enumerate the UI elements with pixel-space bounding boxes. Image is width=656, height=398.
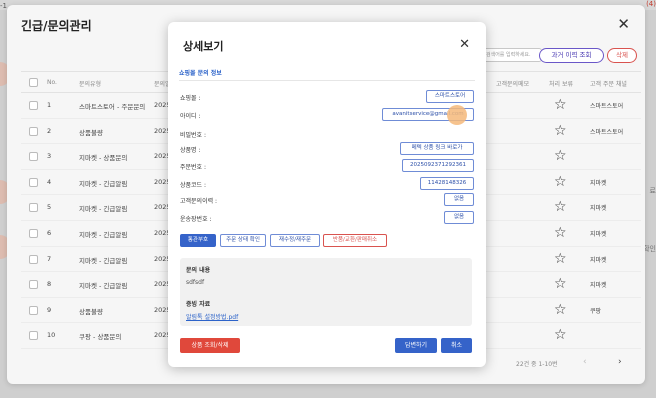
divider xyxy=(179,80,475,81)
background-text: -1 xyxy=(0,2,7,10)
column-header-channel: 고객 주문 채널 xyxy=(590,81,627,88)
row-checkbox[interactable] xyxy=(29,177,38,187)
row-channel: 쿠팡 xyxy=(590,307,602,315)
column-header-type: 문의유형 xyxy=(79,81,102,88)
star-icon[interactable]: ☆ xyxy=(554,199,567,215)
close-icon[interactable]: ✕ xyxy=(459,37,470,52)
field-label: 상품명 : xyxy=(180,147,201,154)
star-icon[interactable]: ☆ xyxy=(554,225,567,241)
page-title: 긴급/문의관리 xyxy=(21,19,92,33)
reply-button[interactable]: 답변하기 xyxy=(395,338,437,353)
search-input[interactable]: 검색어를 입력하세요. xyxy=(482,48,542,62)
star-icon[interactable]: ☆ xyxy=(554,327,567,343)
return-exchange-button[interactable]: 반품/교환/판매취소 xyxy=(323,234,387,247)
evidence-file-link[interactable]: 알림톡 설정방법.pdf xyxy=(186,312,238,321)
row-number: 4 xyxy=(47,177,52,186)
row-checkbox[interactable] xyxy=(29,280,38,290)
field-label: 고객문의이력 : xyxy=(180,198,218,205)
delete-button[interactable]: 삭제 xyxy=(607,48,637,63)
row-type: 지마켓 - 긴급알림 xyxy=(79,179,128,188)
row-type: 지마켓 - 상품문의 xyxy=(79,154,128,163)
row-number: 2 xyxy=(47,126,52,135)
star-icon[interactable]: ☆ xyxy=(554,174,567,190)
column-header-memo: 고객문의메모 xyxy=(496,81,530,88)
inquiry-body: sdfsdf xyxy=(186,279,205,286)
row-number: 9 xyxy=(47,305,52,314)
row-checkbox[interactable] xyxy=(29,331,38,341)
row-checkbox[interactable] xyxy=(29,254,38,264)
detail-modal: 상세보기 ✕ 쇼핑몰 문의 정보 쇼핑몰 : 스마트스토어 아이디 : avanits… xyxy=(168,22,486,367)
row-type: 쿠팡 - 상품문의 xyxy=(79,333,122,342)
row-checkbox[interactable] xyxy=(29,203,38,213)
field-value-button[interactable]: 2025092371292361 xyxy=(402,159,474,172)
cancel-button[interactable]: 취소 xyxy=(441,338,472,353)
star-icon[interactable]: ☆ xyxy=(554,123,567,139)
row-type: 지마켓 - 긴급알림 xyxy=(79,205,128,214)
row-channel: 지마켓 xyxy=(590,282,607,290)
row-checkbox[interactable] xyxy=(29,305,38,315)
row-checkbox[interactable] xyxy=(29,152,38,162)
row-number: 3 xyxy=(47,152,52,161)
row-channel: 스마트스토어 xyxy=(590,128,624,136)
row-number: 1 xyxy=(47,101,52,109)
row-number: 7 xyxy=(47,254,52,263)
field-label: 쇼핑몰 : xyxy=(180,95,201,102)
background-badge: (4) xyxy=(646,0,656,8)
row-channel: 지마켓 xyxy=(590,179,607,187)
close-icon[interactable]: ✕ xyxy=(617,15,630,33)
row-number: 10 xyxy=(47,331,56,340)
modal-title: 상세보기 xyxy=(183,40,224,53)
star-icon[interactable]: ☆ xyxy=(554,302,567,318)
product-lookup-delete-button[interactable]: 상품 조회/삭제 xyxy=(180,338,240,353)
row-checkbox[interactable] xyxy=(29,126,38,136)
field-value-button[interactable]: 11428148326 xyxy=(420,177,474,190)
row-channel: 지마켓 xyxy=(590,256,607,264)
section-title: 쇼핑몰 문의 정보 xyxy=(179,70,222,77)
row-channel: 스마트스토어 xyxy=(590,103,624,110)
field-label: 상품코드 : xyxy=(180,182,207,189)
row-type: 상품불량 xyxy=(79,128,103,137)
field-label: 운송장번호 : xyxy=(180,216,212,223)
history-lookup-button[interactable]: 과거 이력 조회 xyxy=(539,48,604,63)
inquiry-title: 문의 내용 xyxy=(186,267,211,274)
cursor-highlight xyxy=(447,105,467,125)
row-type: 지마켓 - 긴급알림 xyxy=(79,256,128,265)
row-type: 지마켓 - 긴급알림 xyxy=(79,231,128,239)
row-channel: 지마켓 xyxy=(590,205,607,213)
star-icon[interactable]: ☆ xyxy=(554,148,567,164)
star-icon[interactable]: ☆ xyxy=(554,276,567,292)
inquiry-content-box: 문의 내용 sdfsdf 증빙 자료 알림톡 설정방법.pdf xyxy=(180,258,472,326)
row-type: 지마켓 - 긴급알림 xyxy=(79,282,128,291)
reorder-button[interactable]: 재수정/재주문 xyxy=(270,234,320,247)
select-all-checkbox[interactable] xyxy=(29,78,38,87)
order-status-button[interactable]: 주문 상태 확인 xyxy=(220,234,266,247)
column-header-pending: 처리 보류 xyxy=(549,81,573,88)
row-type: 상품불량 xyxy=(79,307,103,316)
row-number: 5 xyxy=(47,203,52,212)
row-checkbox[interactable] xyxy=(29,101,38,110)
field-value-button[interactable]: 스마트스토어 xyxy=(426,90,474,103)
background-text: 료 xyxy=(649,187,656,195)
field-value-button[interactable]: 없음 xyxy=(444,193,474,206)
row-number: 6 xyxy=(47,229,52,237)
row-checkbox[interactable] xyxy=(29,229,38,238)
row-type: 스마트스토어 - 주문문의 xyxy=(79,103,146,111)
column-header-no: No. xyxy=(47,79,57,86)
customs-code-button[interactable]: 통관부호 xyxy=(180,234,216,247)
field-label: 주문번호 : xyxy=(180,164,207,171)
star-icon[interactable]: ☆ xyxy=(554,251,567,267)
field-label: 비밀번호 : xyxy=(180,132,207,139)
background-text: 확인 xyxy=(643,245,656,253)
star-icon[interactable]: ☆ xyxy=(554,97,567,113)
row-number: 8 xyxy=(47,280,52,289)
field-label: 아이디 : xyxy=(180,113,201,120)
pagination-info: 22건 중 1-10번 xyxy=(516,361,558,368)
chevron-left-icon[interactable]: ‹ xyxy=(583,357,587,367)
field-value-button[interactable]: 메텍 상품 링크 바로가 xyxy=(400,142,474,155)
field-value-button[interactable]: 없음 xyxy=(444,211,474,224)
chevron-right-icon[interactable]: › xyxy=(618,357,622,367)
row-channel: 지마켓 xyxy=(590,231,607,238)
evidence-title: 증빙 자료 xyxy=(186,301,211,308)
